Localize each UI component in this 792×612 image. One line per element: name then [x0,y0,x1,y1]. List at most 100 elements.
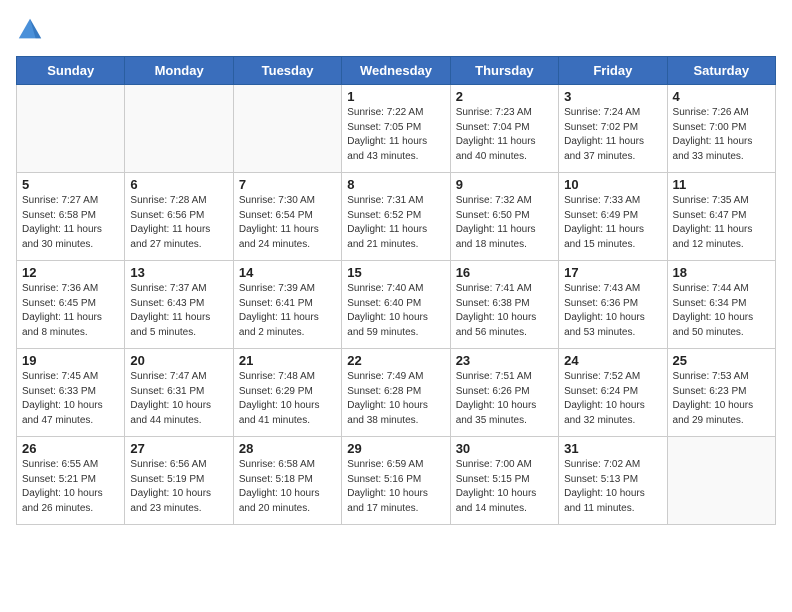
calendar-cell: 14Sunrise: 7:39 AM Sunset: 6:41 PM Dayli… [233,261,341,349]
day-number: 7 [239,177,336,192]
calendar-cell [233,85,341,173]
day-info: Sunrise: 7:45 AM Sunset: 6:33 PM Dayligh… [22,370,119,428]
logo-icon [16,16,44,44]
day-number: 19 [22,353,119,368]
day-info: Sunrise: 7:35 AM Sunset: 6:47 PM Dayligh… [673,194,770,252]
header-row: SundayMondayTuesdayWednesdayThursdayFrid… [17,57,776,85]
day-number: 8 [347,177,444,192]
calendar-cell: 7 Sunrise: 7:30 AM Sunset: 6:54 PM Daylig… [233,173,341,261]
day-number: 4 [673,89,770,104]
day-info: Sunrise: 6:56 AM Sunset: 5:19 PM Dayligh… [130,458,227,516]
calendar-cell: 26 Sunrise: 6:55 AM Sunset: 5:21 PM Dayli… [17,437,125,525]
day-info: Sunrise: 7:40 AM Sunset: 6:40 PM Dayligh… [347,282,444,340]
day-number: 17 [564,265,661,280]
day-number: 26 [22,441,119,456]
calendar-cell: 11 Sunrise: 7:35 AM Sunset: 6:47 PM Dayli… [667,173,775,261]
day-number: 16 [456,265,553,280]
day-number: 13 [130,265,227,280]
calendar-cell: 29 Sunrise: 6:59 AM Sunset: 5:16 PM Dayli… [342,437,450,525]
day-number: 3 [564,89,661,104]
day-number: 10 [564,177,661,192]
day-number: 23 [456,353,553,368]
day-number: 11 [673,177,770,192]
calendar-cell: 9Sunrise: 7:32 AM Sunset: 6:50 PM Daylig… [450,173,558,261]
day-number: 2 [456,89,553,104]
calendar-cell: 27 Sunrise: 6:56 AM Sunset: 5:19 PM Dayli… [125,437,233,525]
calendar-cell: 4 Sunrise: 7:26 AM Sunset: 7:00 PM Daylig… [667,85,775,173]
calendar-cell [125,85,233,173]
weekday-header: Thursday [450,57,558,85]
calendar-cell: 17 Sunrise: 7:43 AM Sunset: 6:36 PM Dayli… [559,261,667,349]
day-number: 18 [673,265,770,280]
day-number: 22 [347,353,444,368]
day-info: Sunrise: 7:22 AM Sunset: 7:05 PM Dayligh… [347,106,444,164]
day-info: Sunrise: 6:55 AM Sunset: 5:21 PM Dayligh… [22,458,119,516]
day-info: Sunrise: 6:59 AM Sunset: 5:16 PM Dayligh… [347,458,444,516]
calendar-cell: 15 Sunrise: 7:40 AM Sunset: 6:40 PM Dayli… [342,261,450,349]
day-info: Sunrise: 7:24 AM Sunset: 7:02 PM Dayligh… [564,106,661,164]
logo [16,16,48,44]
day-number: 27 [130,441,227,456]
day-info: Sunrise: 7:49 AM Sunset: 6:28 PM Dayligh… [347,370,444,428]
day-number: 12 [22,265,119,280]
calendar-cell: 2 Sunrise: 7:23 AM Sunset: 7:04 PM Daylig… [450,85,558,173]
calendar-cell: 3 Sunrise: 7:24 AM Sunset: 7:02 PM Daylig… [559,85,667,173]
calendar-cell: 6 Sunrise: 7:28 AM Sunset: 6:56 PM Daylig… [125,173,233,261]
day-number: 28 [239,441,336,456]
calendar-cell: 8Sunrise: 7:31 AM Sunset: 6:52 PM Daylig… [342,173,450,261]
calendar-cell: 22 Sunrise: 7:49 AM Sunset: 6:28 PM Dayli… [342,349,450,437]
day-info: Sunrise: 7:37 AM Sunset: 6:43 PM Dayligh… [130,282,227,340]
day-info: Sunrise: 7:26 AM Sunset: 7:00 PM Dayligh… [673,106,770,164]
day-number: 1 [347,89,444,104]
day-info: Sunrise: 7:52 AM Sunset: 6:24 PM Dayligh… [564,370,661,428]
day-number: 20 [130,353,227,368]
calendar-cell: 5 Sunrise: 7:27 AM Sunset: 6:58 PM Daylig… [17,173,125,261]
weekday-header: Wednesday [342,57,450,85]
calendar-cell: 20 Sunrise: 7:47 AM Sunset: 6:31 PM Dayli… [125,349,233,437]
day-info: Sunrise: 7:32 AM Sunset: 6:50 PM Dayligh… [456,194,553,252]
calendar-cell: 30 Sunrise: 7:00 AM Sunset: 5:15 PM Dayli… [450,437,558,525]
calendar-header: SundayMondayTuesdayWednesdayThursdayFrid… [17,57,776,85]
calendar-cell [17,85,125,173]
calendar-table: SundayMondayTuesdayWednesdayThursdayFrid… [16,56,776,525]
day-info: Sunrise: 6:58 AM Sunset: 5:18 PM Dayligh… [239,458,336,516]
day-number: 6 [130,177,227,192]
day-info: Sunrise: 7:00 AM Sunset: 5:15 PM Dayligh… [456,458,553,516]
weekday-header: Monday [125,57,233,85]
day-info: Sunrise: 7:27 AM Sunset: 6:58 PM Dayligh… [22,194,119,252]
calendar-week-row: 26 Sunrise: 6:55 AM Sunset: 5:21 PM Dayli… [17,437,776,525]
day-number: 31 [564,441,661,456]
calendar-week-row: 19 Sunrise: 7:45 AM Sunset: 6:33 PM Dayli… [17,349,776,437]
calendar-cell: 18Sunrise: 7:44 AM Sunset: 6:34 PM Dayli… [667,261,775,349]
calendar-week-row: 5 Sunrise: 7:27 AM Sunset: 6:58 PM Daylig… [17,173,776,261]
calendar-cell: 24 Sunrise: 7:52 AM Sunset: 6:24 PM Dayli… [559,349,667,437]
weekday-header: Saturday [667,57,775,85]
calendar-week-row: 12 Sunrise: 7:36 AM Sunset: 6:45 PM Dayli… [17,261,776,349]
day-number: 29 [347,441,444,456]
page-header [16,16,776,44]
day-number: 25 [673,353,770,368]
day-number: 30 [456,441,553,456]
day-number: 24 [564,353,661,368]
weekday-header: Sunday [17,57,125,85]
day-info: Sunrise: 7:41 AM Sunset: 6:38 PM Dayligh… [456,282,553,340]
calendar-cell: 16 Sunrise: 7:41 AM Sunset: 6:38 PM Dayli… [450,261,558,349]
day-info: Sunrise: 7:28 AM Sunset: 6:56 PM Dayligh… [130,194,227,252]
day-info: Sunrise: 7:51 AM Sunset: 6:26 PM Dayligh… [456,370,553,428]
day-info: Sunrise: 7:23 AM Sunset: 7:04 PM Dayligh… [456,106,553,164]
day-info: Sunrise: 7:36 AM Sunset: 6:45 PM Dayligh… [22,282,119,340]
day-info: Sunrise: 7:43 AM Sunset: 6:36 PM Dayligh… [564,282,661,340]
day-number: 5 [22,177,119,192]
weekday-header: Friday [559,57,667,85]
day-info: Sunrise: 7:53 AM Sunset: 6:23 PM Dayligh… [673,370,770,428]
day-number: 21 [239,353,336,368]
day-info: Sunrise: 7:47 AM Sunset: 6:31 PM Dayligh… [130,370,227,428]
day-number: 15 [347,265,444,280]
calendar-cell: 10Sunrise: 7:33 AM Sunset: 6:49 PM Dayli… [559,173,667,261]
day-info: Sunrise: 7:48 AM Sunset: 6:29 PM Dayligh… [239,370,336,428]
calendar-cell: 23 Sunrise: 7:51 AM Sunset: 6:26 PM Dayli… [450,349,558,437]
day-info: Sunrise: 7:30 AM Sunset: 6:54 PM Dayligh… [239,194,336,252]
calendar-cell: 21 Sunrise: 7:48 AM Sunset: 6:29 PM Dayli… [233,349,341,437]
weekday-header: Tuesday [233,57,341,85]
calendar-week-row: 1 Sunrise: 7:22 AM Sunset: 7:05 PM Daylig… [17,85,776,173]
